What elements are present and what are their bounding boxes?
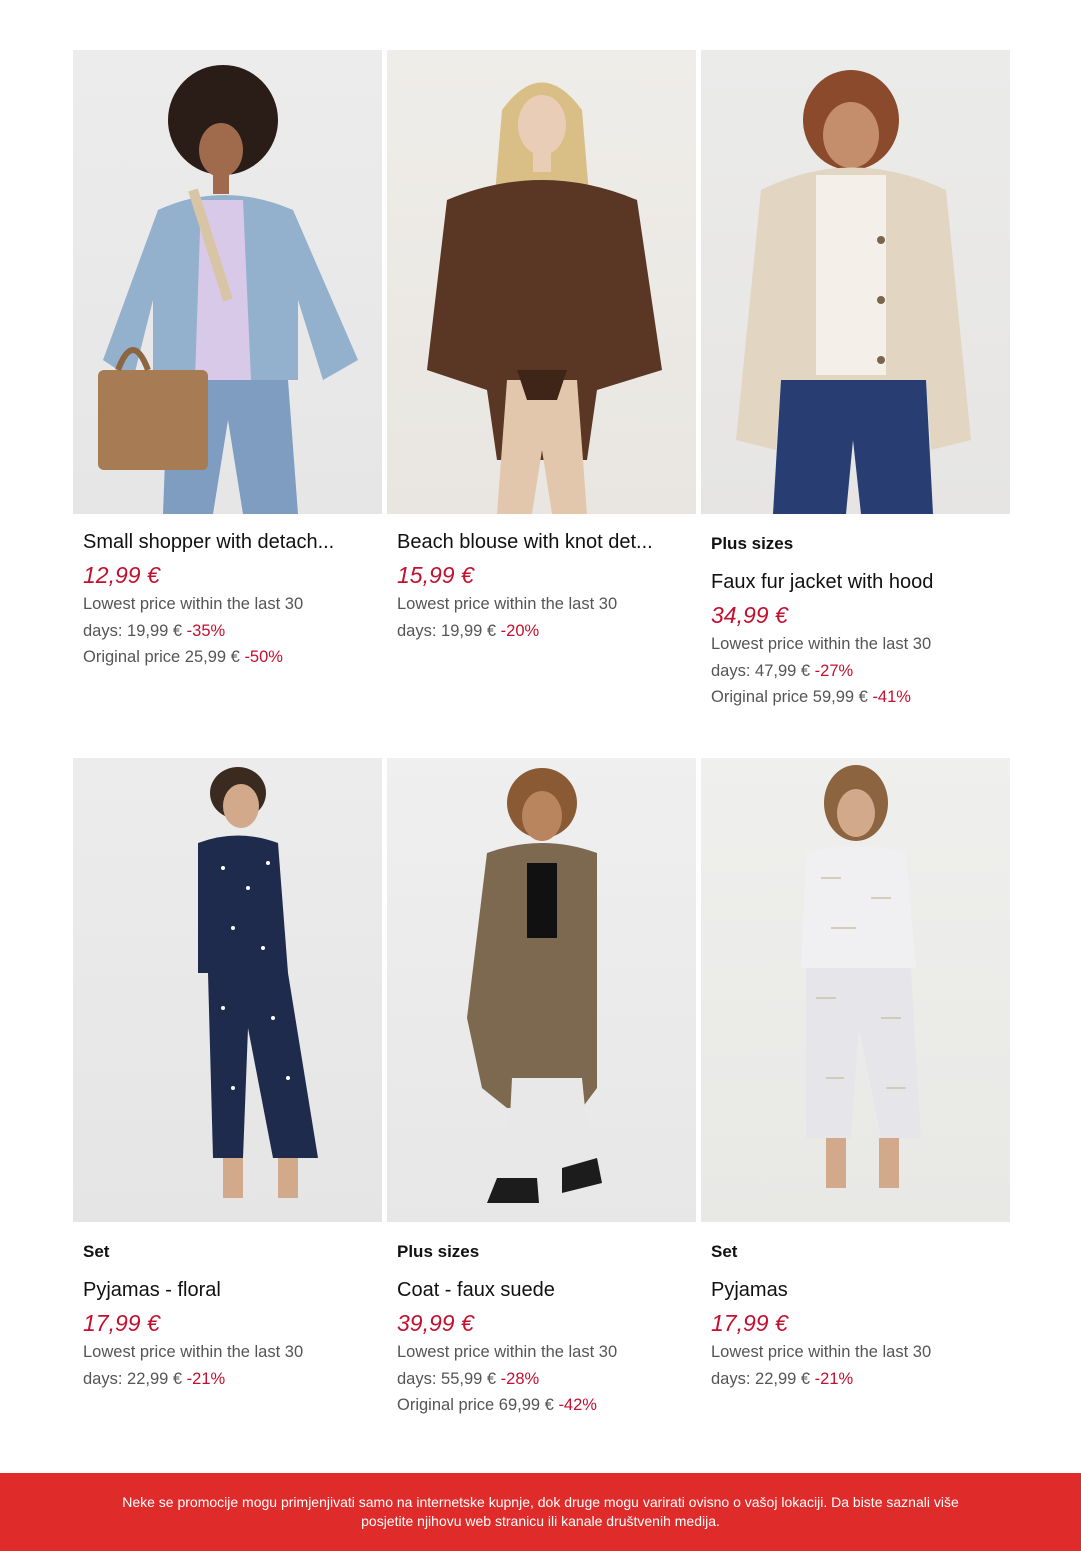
product-price: 17,99 €	[711, 1310, 788, 1336]
lowest-price-value: days: 19,99 €	[83, 621, 183, 640]
product-image[interactable]	[73, 50, 382, 514]
product-image[interactable]	[701, 758, 1010, 1222]
product-tag: Set	[83, 1242, 110, 1261]
lowest-price-value: days: 22,99 €	[83, 1369, 183, 1388]
lowest-price-discount: -21%	[814, 1369, 854, 1388]
promo-disclaimer-banner: Neke se promocije mogu primjenjivati sam…	[0, 1473, 1081, 1551]
disclaimer-line-1: Neke se promocije mogu primjenjivati sam…	[122, 1494, 959, 1510]
original-price-line: Original price 69,99 € -42%	[397, 1392, 686, 1419]
model-pyjamas-image	[801, 765, 921, 1188]
product-card[interactable]: Plus sizes Coat - faux suede 39,99 € Low…	[387, 758, 696, 1419]
product-price: 34,99 €	[711, 602, 788, 628]
product-price: 12,99 €	[83, 562, 160, 588]
product-title[interactable]: Small shopper with detach...	[83, 529, 372, 555]
product-title[interactable]: Faux fur jacket with hood	[711, 569, 1000, 595]
lowest-price-discount: -21%	[186, 1369, 226, 1388]
product-info: Set Pyjamas - floral 17,99 € Lowest pric…	[73, 1222, 382, 1392]
lowest-price-line1: Lowest price within the last 30	[711, 1343, 932, 1361]
product-info: Set Pyjamas 17,99 € Lowest price within …	[701, 1222, 1010, 1392]
product-info: Plus sizes Faux fur jacket with hood 34,…	[701, 514, 1010, 711]
lowest-price-line1: Lowest price within the last 30	[397, 595, 618, 613]
model-beach-blouse-image	[427, 82, 662, 514]
lowest-price-discount: -28%	[500, 1369, 540, 1388]
product-image[interactable]	[387, 50, 696, 514]
original-price-discount: -41%	[872, 688, 911, 706]
model-floral-pyjamas-image	[198, 767, 318, 1198]
product-info: Small shopper with detach... 12,99 € Low…	[73, 514, 382, 671]
lowest-price-value: days: 47,99 €	[711, 661, 811, 680]
lowest-price-line2: days: 19,99 € -20%	[397, 618, 686, 645]
lowest-price-line2: days: 19,99 € -35%	[83, 618, 372, 645]
product-card[interactable]: Small shopper with detach... 12,99 € Low…	[73, 50, 382, 711]
product-info: Plus sizes Coat - faux suede 39,99 € Low…	[387, 1222, 696, 1419]
product-card[interactable]: Set Pyjamas 17,99 € Lowest price within …	[701, 758, 1010, 1419]
lowest-price-line2: days: 55,99 € -28%	[397, 1366, 686, 1393]
product-price: 17,99 €	[83, 1310, 160, 1336]
lowest-price-value: days: 19,99 €	[397, 621, 497, 640]
product-row: Set Pyjamas - floral 17,99 € Lowest pric…	[73, 758, 1010, 1419]
lowest-price-line1: Lowest price within the last 30	[83, 1343, 304, 1361]
original-price-discount: -50%	[244, 648, 283, 666]
lowest-price-line2: days: 22,99 € -21%	[711, 1366, 1000, 1393]
product-price: 15,99 €	[397, 562, 474, 588]
lowest-price-discount: -27%	[814, 661, 854, 680]
original-price-line: Original price 25,99 € -50%	[83, 644, 372, 671]
product-card[interactable]: Plus sizes Faux fur jacket with hood 34,…	[701, 50, 1010, 711]
product-tag: Plus sizes	[397, 1242, 480, 1261]
lowest-price-line1: Lowest price within the last 30	[397, 1343, 618, 1361]
product-title[interactable]: Pyjamas	[711, 1277, 1000, 1303]
model-faux-fur-jacket-image	[736, 70, 971, 514]
model-denim-jacket-image	[98, 65, 358, 514]
product-tag: Set	[711, 1242, 738, 1261]
product-title[interactable]: Pyjamas - floral	[83, 1277, 372, 1303]
lowest-price-discount: -20%	[500, 621, 540, 640]
lowest-price-line2: days: 47,99 € -27%	[711, 658, 1000, 685]
product-image[interactable]	[73, 758, 382, 1222]
lowest-price-discount: -35%	[186, 621, 226, 640]
original-price-line: Original price 59,99 € -41%	[711, 684, 1000, 711]
lowest-price-value: days: 22,99 €	[711, 1369, 811, 1388]
product-row: Small shopper with detach... 12,99 € Low…	[73, 50, 1010, 711]
product-title[interactable]: Coat - faux suede	[397, 1277, 686, 1303]
disclaimer-line-2: posjetite njihovu web stranicu ili kanal…	[361, 1513, 720, 1529]
product-card[interactable]: Beach blouse with knot det... 15,99 € Lo…	[387, 50, 696, 711]
product-tag: Plus sizes	[711, 534, 794, 553]
lowest-price-line2: days: 22,99 € -21%	[83, 1366, 372, 1393]
original-price-discount: -42%	[558, 1396, 597, 1414]
lowest-price-line1: Lowest price within the last 30	[711, 635, 932, 653]
product-info: Beach blouse with knot det... 15,99 € Lo…	[387, 514, 696, 644]
lowest-price-value: days: 55,99 €	[397, 1369, 497, 1388]
model-faux-suede-coat-image	[467, 768, 602, 1203]
product-card[interactable]: Set Pyjamas - floral 17,99 € Lowest pric…	[73, 758, 382, 1419]
product-image[interactable]	[701, 50, 1010, 514]
lowest-price-line1: Lowest price within the last 30	[83, 595, 304, 613]
original-price-value: Original price 69,99 €	[397, 1396, 554, 1414]
product-image[interactable]	[387, 758, 696, 1222]
original-price-value: Original price 59,99 €	[711, 688, 868, 706]
original-price-value: Original price 25,99 €	[83, 648, 240, 666]
product-title[interactable]: Beach blouse with knot det...	[397, 529, 686, 555]
product-price: 39,99 €	[397, 1310, 474, 1336]
